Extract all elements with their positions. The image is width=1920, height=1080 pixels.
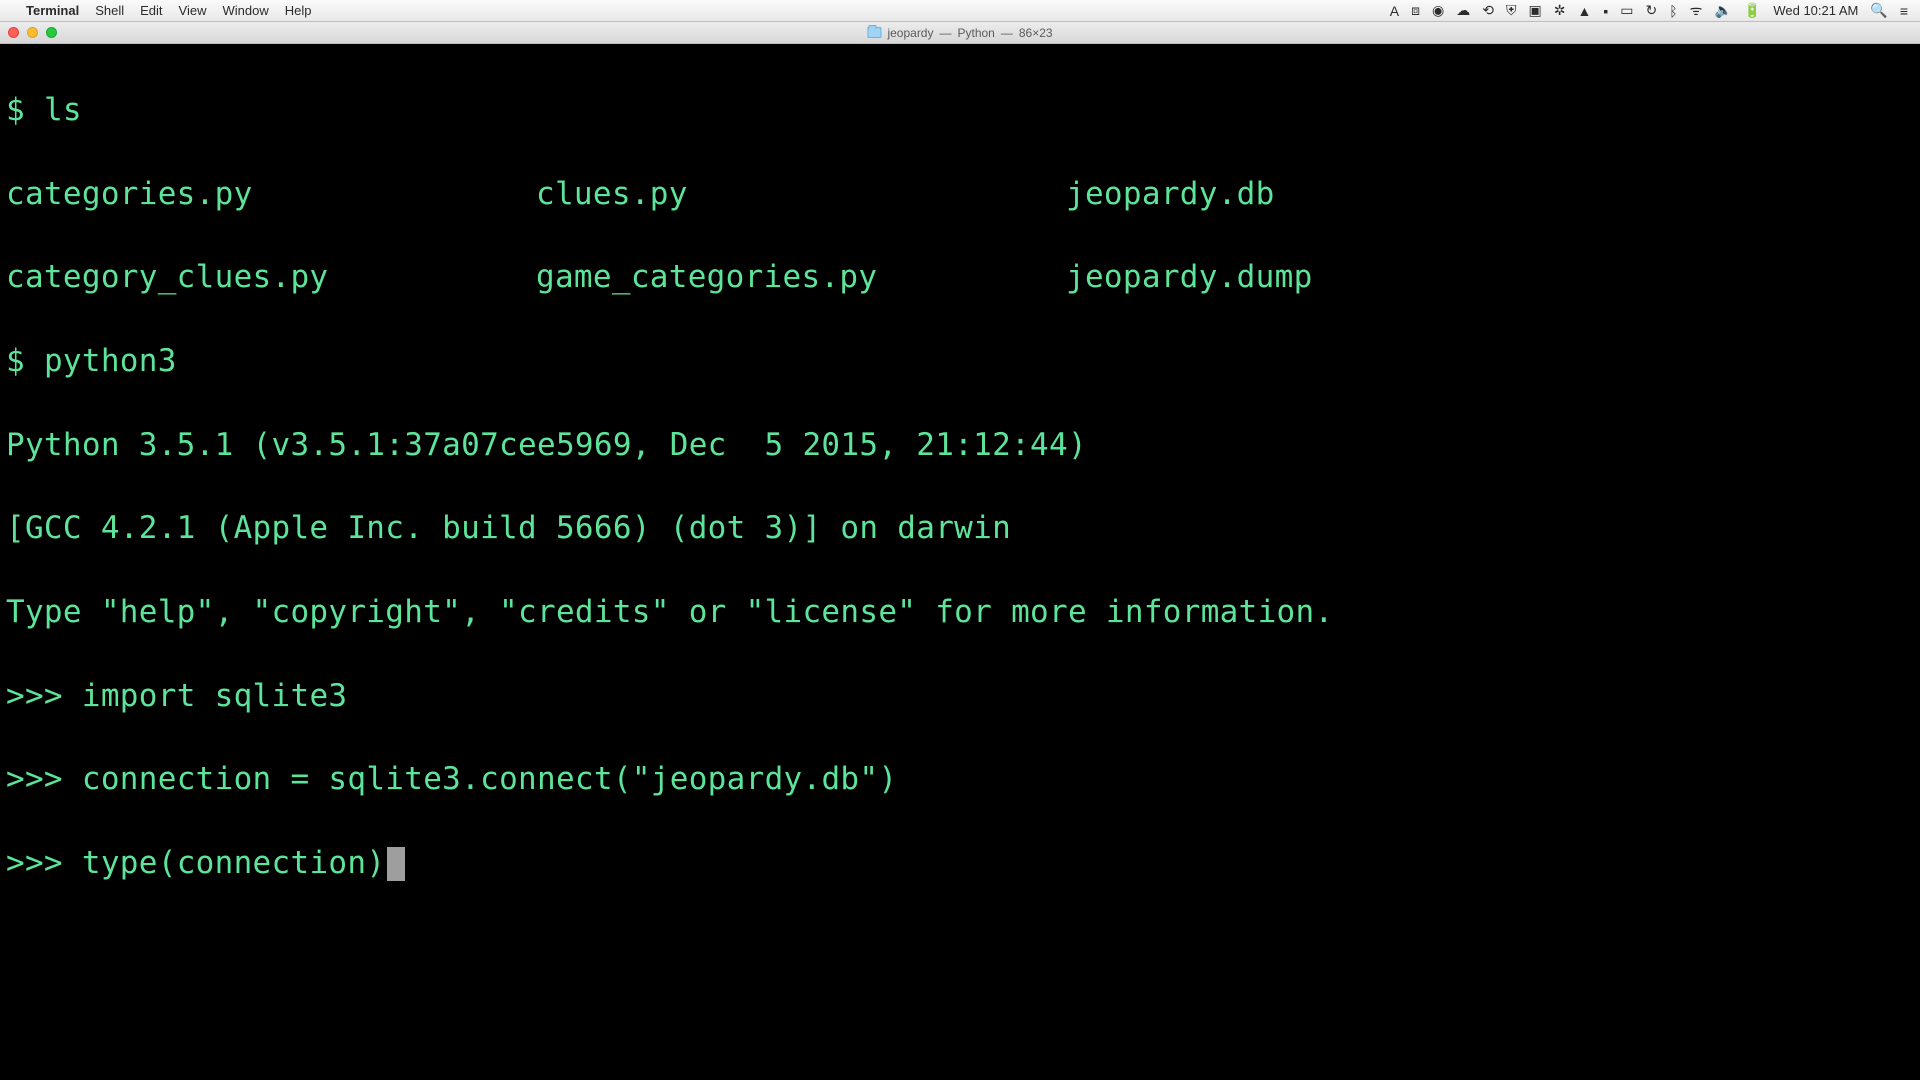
ls-file: jeopardy.db (1066, 174, 1914, 216)
python-prompt: >>> (6, 761, 63, 797)
bluetooth-icon[interactable]: ᛒ (1669, 3, 1677, 19)
menu-edit[interactable]: Edit (140, 3, 162, 18)
shell-prompt: $ (6, 343, 25, 379)
flame-icon[interactable]: ▲ (1577, 3, 1591, 19)
python-input-line: import sqlite3 (82, 678, 348, 714)
text-cursor (387, 847, 405, 881)
title-process: Python (957, 26, 994, 40)
ls-file: categories.py (6, 174, 536, 216)
menubar-clock[interactable]: Wed 10:21 AM (1773, 3, 1858, 18)
window-close-button[interactable] (8, 27, 19, 38)
timemachine-icon[interactable]: ↻ (1646, 2, 1658, 19)
window-traffic-lights (8, 27, 57, 38)
title-folder: jeopardy (887, 26, 933, 40)
menu-view[interactable]: View (179, 3, 207, 18)
ls-output-row: category_clues.pygame_categories.pyjeopa… (6, 257, 1914, 299)
python-input-line: type(connection) (82, 845, 385, 881)
folder-icon (867, 27, 881, 38)
menu-shell[interactable]: Shell (95, 3, 124, 18)
shield-icon[interactable]: ⛨ (1506, 2, 1517, 19)
dropbox-icon[interactable]: ⧈ (1411, 2, 1420, 19)
title-size: 86×23 (1019, 26, 1053, 40)
python-banner-line: Type "help", "copyright", "credits" or "… (6, 592, 1914, 634)
sync-icon[interactable]: ⟲ (1482, 2, 1494, 19)
title-sep1: — (939, 26, 951, 40)
notification-center-icon[interactable]: ≡ (1900, 3, 1908, 19)
battery-icon[interactable]: 🔋 (1744, 2, 1761, 19)
menu-help[interactable]: Help (285, 3, 312, 18)
window-zoom-button[interactable] (46, 27, 57, 38)
box-icon[interactable]: ▣ (1529, 2, 1542, 19)
spotlight-icon[interactable]: 🔍 (1870, 2, 1887, 19)
python-banner-line: Python 3.5.1 (v3.5.1:37a07cee5969, Dec 5… (6, 425, 1914, 467)
python-prompt: >>> (6, 678, 63, 714)
python-banner-line: [GCC 4.2.1 (Apple Inc. build 5666) (dot … (6, 508, 1914, 550)
window-titlebar: jeopardy — Python — 86×23 (0, 22, 1920, 44)
wifi-icon[interactable]: ᯤ (1690, 1, 1703, 20)
ls-output-row: categories.pyclues.pyjeopardy.db (6, 174, 1914, 216)
ls-file: jeopardy.dump (1066, 257, 1914, 299)
ls-file: category_clues.py (6, 257, 536, 299)
adobe-icon[interactable]: A (1390, 3, 1399, 19)
terminal-content[interactable]: $ ls categories.pyclues.pyjeopardy.db ca… (0, 44, 1920, 1080)
menu-extra-icon[interactable]: ▪ (1603, 3, 1608, 19)
window-title: jeopardy — Python — 86×23 (867, 26, 1052, 40)
title-sep2: — (1001, 26, 1013, 40)
cmd-python: python3 (44, 343, 177, 379)
app-menu[interactable]: Terminal (26, 3, 79, 18)
volume-icon[interactable]: 🔈 (1714, 2, 1731, 19)
evernote-icon[interactable]: ◉ (1432, 2, 1444, 19)
shell-prompt: $ (6, 92, 25, 128)
menu-window[interactable]: Window (223, 3, 269, 18)
window-minimize-button[interactable] (27, 27, 38, 38)
macos-menubar: Terminal Shell Edit View Window Help A ⧈… (0, 0, 1920, 22)
python-prompt: >>> (6, 845, 63, 881)
cloud-icon[interactable]: ☁ (1456, 2, 1470, 19)
ls-file: clues.py (536, 174, 1066, 216)
ls-file: game_categories.py (536, 257, 1066, 299)
fan-icon[interactable]: ✲ (1554, 2, 1566, 19)
display-icon[interactable]: ▭ (1620, 2, 1633, 19)
cmd-ls: ls (44, 92, 82, 128)
python-input-line: connection = sqlite3.connect("jeopardy.d… (82, 761, 897, 797)
